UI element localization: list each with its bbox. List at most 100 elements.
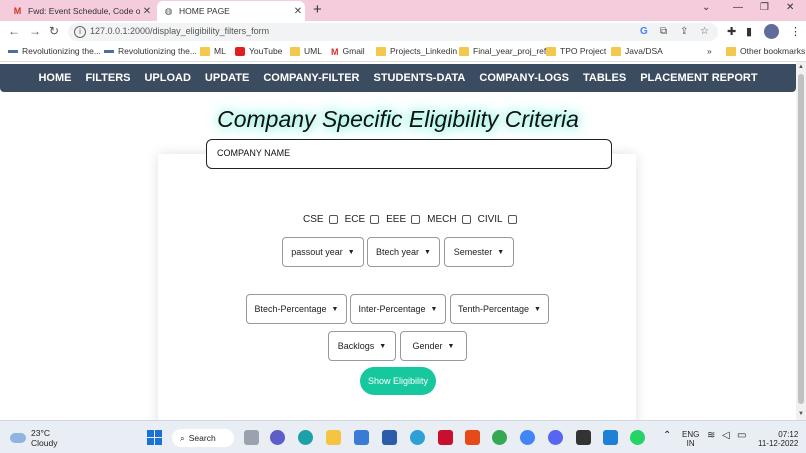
bookmark-item[interactable]: Revolutionizing the... bbox=[8, 46, 101, 56]
task-view-icon[interactable] bbox=[244, 430, 259, 445]
clock[interactable]: 07:12 11-12-2022 bbox=[758, 430, 798, 448]
language-indicator[interactable]: ENG IN bbox=[682, 430, 699, 448]
checkbox-cse[interactable] bbox=[328, 214, 338, 224]
minimize-icon[interactable]: — bbox=[733, 2, 743, 13]
tenth-percentage-select[interactable]: Tenth-Percentage ▼ bbox=[450, 294, 549, 324]
page-scrollbar[interactable]: ▲ ▼ bbox=[796, 62, 806, 420]
close-tab-icon[interactable]: ✕ bbox=[140, 6, 154, 17]
gender-select[interactable]: Gender ▼ bbox=[400, 331, 467, 361]
nav-filters[interactable]: FILTERS bbox=[85, 72, 130, 84]
share-icon[interactable]: ⇪ bbox=[680, 26, 688, 37]
info-icon[interactable]: i bbox=[74, 26, 86, 38]
bookmarks-overflow-button[interactable]: » bbox=[707, 46, 712, 56]
chevron-up-icon[interactable]: ⌃ bbox=[663, 430, 671, 441]
checkbox-civil[interactable] bbox=[507, 214, 517, 224]
btech-percentage-select[interactable]: Btech-Percentage ▼ bbox=[246, 294, 347, 324]
close-tab-icon[interactable]: ✕ bbox=[291, 6, 305, 17]
folder-icon bbox=[290, 46, 300, 56]
app-icon[interactable] bbox=[410, 430, 425, 445]
nav-company-logs[interactable]: COMPANY-LOGS bbox=[479, 72, 569, 84]
bookmarks-bar: Revolutionizing the... Revolutionizing t… bbox=[0, 43, 806, 62]
office-icon[interactable] bbox=[465, 430, 480, 445]
tab-home-page[interactable]: ◍ HOME PAGE ✕ bbox=[157, 1, 305, 21]
new-tab-button[interactable]: + bbox=[313, 1, 322, 18]
other-bookmarks[interactable]: Other bookmarks bbox=[726, 46, 805, 56]
chevron-down-icon: ▼ bbox=[424, 248, 431, 256]
bookmark-item[interactable]: UML bbox=[290, 46, 322, 56]
back-icon[interactable]: ← bbox=[8, 24, 20, 38]
menu-icon[interactable]: ⋮ bbox=[790, 25, 801, 38]
vscode-icon[interactable] bbox=[603, 430, 618, 445]
bookmark-item[interactable]: Java/DSA bbox=[611, 46, 663, 56]
whatsapp-icon[interactable] bbox=[630, 430, 645, 445]
google-icon[interactable]: G bbox=[640, 26, 648, 37]
scroll-up-icon[interactable]: ▲ bbox=[798, 64, 804, 70]
star-icon[interactable]: ☆ bbox=[700, 26, 709, 37]
inter-percentage-select[interactable]: Inter-Percentage ▼ bbox=[350, 294, 446, 324]
folder-icon bbox=[611, 46, 621, 56]
chrome-icon[interactable] bbox=[520, 430, 535, 445]
terminal-icon[interactable] bbox=[576, 430, 591, 445]
time-text: 07:12 bbox=[778, 430, 799, 439]
bookmark-item[interactable]: Revolutionizing the... bbox=[104, 46, 197, 56]
chevron-down-icon: ▼ bbox=[347, 248, 355, 256]
maximize-icon[interactable]: ❐ bbox=[760, 2, 769, 13]
branch-label-cse: CSE bbox=[303, 213, 324, 225]
bookmark-item[interactable]: ML bbox=[200, 46, 226, 56]
weather-widget[interactable]: 23°C Cloudy bbox=[10, 428, 57, 448]
tab-gmail[interactable]: M Fwd: Event Schedule, Code of Co ✕ bbox=[6, 1, 154, 21]
chrome-icon[interactable] bbox=[492, 430, 507, 445]
volume-icon[interactable]: ◁ bbox=[722, 430, 730, 441]
reload-icon[interactable]: ↻ bbox=[49, 24, 59, 38]
app-icon[interactable] bbox=[382, 430, 397, 445]
semester-select[interactable]: Semester ▼ bbox=[444, 237, 514, 267]
side-panel-icon[interactable]: ▮ bbox=[746, 25, 752, 38]
bookmark-item[interactable]: M Gmail bbox=[331, 46, 365, 57]
bookmark-item[interactable]: Final_year_proj_ref bbox=[459, 46, 546, 56]
search-icon: ⌕ bbox=[180, 432, 185, 443]
translate-icon[interactable]: ⧉ bbox=[660, 26, 667, 37]
nav-update[interactable]: UPDATE bbox=[205, 72, 249, 84]
checkbox-eee[interactable] bbox=[411, 214, 421, 224]
nav-tables[interactable]: TABLES bbox=[583, 72, 626, 84]
scrollbar-thumb[interactable] bbox=[798, 74, 804, 404]
battery-icon[interactable]: ▭ bbox=[737, 430, 746, 441]
bookmark-item[interactable]: YouTube bbox=[235, 46, 282, 56]
select-value: Semester bbox=[453, 247, 493, 257]
region-text: IN bbox=[686, 439, 695, 448]
mcafee-icon[interactable] bbox=[438, 430, 453, 445]
nav-students-data[interactable]: STUDENTS-DATA bbox=[374, 72, 466, 84]
address-bar[interactable]: i 127.0.0.1:2000/display_eligibility_fil… bbox=[68, 23, 718, 41]
nav-home[interactable]: HOME bbox=[38, 72, 71, 84]
nav-company-filter[interactable]: COMPANY-FILTER bbox=[263, 72, 359, 84]
avatar[interactable] bbox=[764, 24, 779, 39]
nav-upload[interactable]: UPLOAD bbox=[144, 72, 190, 84]
btech-year-select[interactable]: Btech year ▼ bbox=[367, 237, 440, 267]
bookmark-item[interactable]: TPO Project bbox=[546, 46, 606, 56]
discord-icon[interactable] bbox=[548, 430, 563, 445]
bookmark-item[interactable]: Projects_Linkedin bbox=[376, 46, 457, 56]
tab-search-icon[interactable]: ⌄ bbox=[702, 2, 710, 13]
site-icon bbox=[104, 49, 114, 53]
chevron-down-icon: ▼ bbox=[430, 305, 438, 313]
checkbox-mech[interactable] bbox=[461, 214, 471, 224]
select-value: passout year bbox=[291, 247, 343, 257]
gmail-icon: M bbox=[13, 5, 22, 16]
windows-start-icon[interactable] bbox=[147, 430, 162, 445]
forward-icon[interactable]: → bbox=[29, 24, 41, 38]
show-eligibility-button[interactable]: Show Eligibility bbox=[360, 367, 436, 395]
extensions-icon[interactable]: ✚ bbox=[727, 25, 736, 38]
nav-placement-report[interactable]: PLACEMENT REPORT bbox=[640, 72, 757, 84]
taskbar-search[interactable]: ⌕ Search bbox=[172, 429, 234, 447]
wifi-icon[interactable]: ≋ bbox=[707, 430, 715, 441]
backlogs-select[interactable]: Backlogs ▼ bbox=[328, 331, 396, 361]
file-explorer-icon[interactable] bbox=[326, 430, 341, 445]
scroll-down-icon[interactable]: ▼ bbox=[798, 411, 804, 417]
edge-icon[interactable] bbox=[298, 430, 313, 445]
store-icon[interactable] bbox=[354, 430, 369, 445]
passout-year-select[interactable]: passout year ▼ bbox=[282, 237, 364, 267]
close-window-icon[interactable]: ✕ bbox=[786, 2, 794, 13]
checkbox-ece[interactable] bbox=[370, 214, 380, 224]
teams-icon[interactable] bbox=[270, 430, 285, 445]
company-name-input[interactable]: COMPANY NAME bbox=[206, 139, 612, 169]
